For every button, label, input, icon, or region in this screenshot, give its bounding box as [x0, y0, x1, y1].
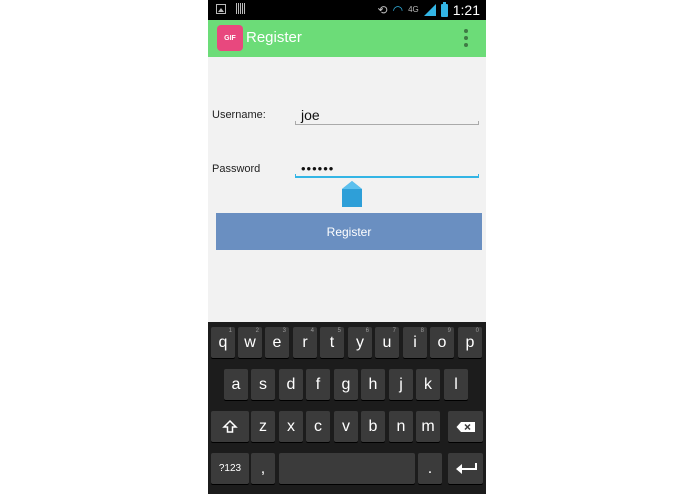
key-y[interactable]: y6	[348, 327, 372, 358]
key-h[interactable]: h	[361, 369, 385, 400]
key-w[interactable]: w2	[238, 327, 262, 358]
key-t[interactable]: t5	[320, 327, 344, 358]
key-v[interactable]: v	[334, 411, 358, 442]
username-field[interactable]: joe	[295, 107, 479, 125]
key-i[interactable]: i8	[403, 327, 427, 358]
phone-screen: ⟲ ◠ 4G 1:21 GIF Register Username: joe P…	[208, 0, 486, 494]
key-q[interactable]: q1	[211, 327, 235, 358]
period-key[interactable]: .	[418, 453, 442, 484]
key-j[interactable]: j	[389, 369, 413, 400]
key-m[interactable]: m	[416, 411, 440, 442]
key-f[interactable]: f	[306, 369, 330, 400]
shift-icon	[222, 419, 238, 433]
username-label: Username:	[212, 109, 266, 121]
app-icon-text: GIF	[224, 34, 236, 42]
key-e[interactable]: e3	[265, 327, 289, 358]
symbols-key[interactable]: ?123	[211, 453, 249, 484]
action-bar: GIF Register	[208, 20, 486, 57]
key-z[interactable]: z	[251, 411, 275, 442]
key-s[interactable]: s	[251, 369, 275, 400]
status-time: 1:21	[452, 2, 480, 18]
comma-key[interactable]: ,	[251, 453, 275, 484]
overflow-menu-icon[interactable]	[464, 29, 468, 47]
key-b[interactable]: b	[361, 411, 385, 442]
barcode-notification-icon	[236, 3, 245, 14]
shift-key[interactable]	[211, 411, 249, 442]
enter-icon	[455, 462, 477, 474]
register-button[interactable]: Register	[216, 213, 482, 250]
key-a[interactable]: a	[224, 369, 248, 400]
image-notification-icon	[216, 3, 226, 14]
network-type-label: 4G	[408, 5, 419, 14]
rotate-icon: ⟲	[377, 3, 388, 17]
app-icon[interactable]: GIF	[217, 25, 243, 51]
signal-icon	[423, 4, 436, 16]
space-key[interactable]	[279, 453, 415, 484]
battery-icon	[440, 1, 448, 17]
key-c[interactable]: c	[306, 411, 330, 442]
password-value: ••••••	[301, 161, 335, 176]
key-u[interactable]: u7	[375, 327, 399, 358]
status-bar: ⟲ ◠ 4G 1:21	[208, 0, 486, 20]
backspace-icon	[456, 421, 475, 432]
key-d[interactable]: d	[279, 369, 303, 400]
delete-key[interactable]	[448, 411, 483, 442]
key-o[interactable]: o9	[430, 327, 454, 358]
password-label: Password	[212, 163, 261, 175]
key-n[interactable]: n	[389, 411, 413, 442]
key-l[interactable]: l	[444, 369, 468, 400]
key-g[interactable]: g	[334, 369, 358, 400]
key-k[interactable]: k	[416, 369, 440, 400]
key-x[interactable]: x	[279, 411, 303, 442]
key-p[interactable]: p0	[458, 327, 482, 358]
wifi-icon: ◠	[392, 3, 404, 17]
password-field[interactable]: ••••••	[295, 160, 479, 178]
soft-keyboard: q1 w2 e3 r4 t5 y6 u7 i8 o9 p0 a s d f g …	[208, 322, 486, 494]
enter-key[interactable]	[448, 453, 483, 484]
key-r[interactable]: r4	[293, 327, 317, 358]
page-title: Register	[246, 29, 302, 46]
text-cursor-handle-icon[interactable]	[342, 181, 362, 207]
username-value: joe	[301, 107, 320, 123]
